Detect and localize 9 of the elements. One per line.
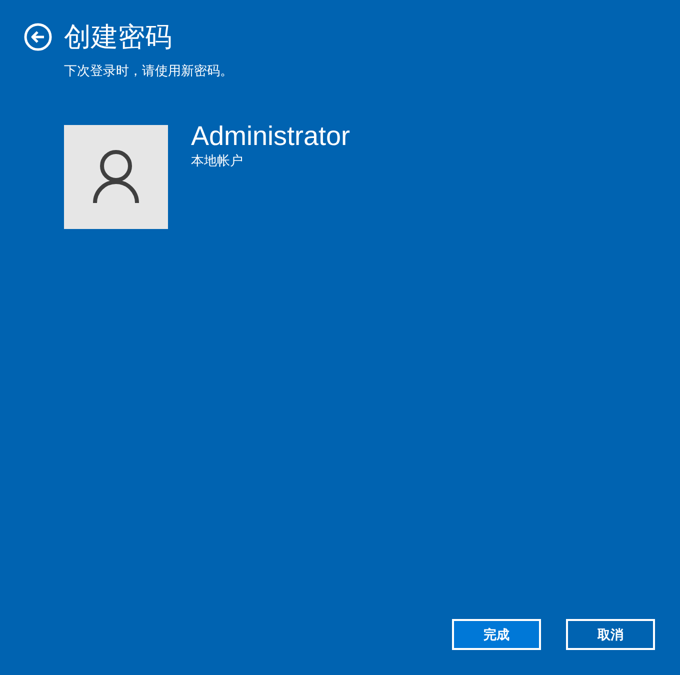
page-subtitle: 下次登录时，请使用新密码。: [64, 62, 234, 80]
account-type: 本地帐户: [191, 152, 244, 170]
account-name: Administrator: [191, 120, 350, 153]
page-title: 创建密码: [64, 21, 172, 54]
back-button[interactable]: [24, 23, 52, 51]
back-icon: [24, 23, 52, 51]
person-icon: [92, 150, 140, 204]
done-button[interactable]: 完成: [452, 619, 541, 650]
cancel-button[interactable]: 取消: [566, 619, 655, 650]
